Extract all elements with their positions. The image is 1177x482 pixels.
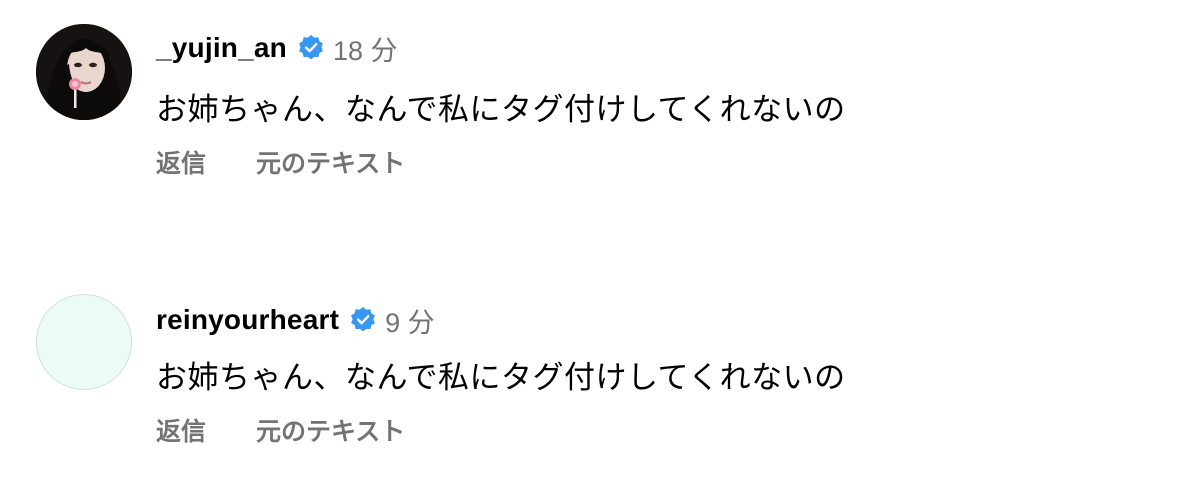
timestamp: 9 分 (385, 307, 435, 338)
comment-actions: 返信 元のテキスト (156, 144, 405, 180)
verified-badge-icon (299, 35, 323, 60)
avatar[interactable] (36, 24, 132, 120)
original-text-button[interactable]: 元のテキスト (256, 412, 405, 448)
comment-text: お姉ちゃん、なんで私にタグ付けしてくれないの (156, 92, 846, 127)
comment-item: reinyourheart 9 分 お姉ちゃん、なんで私にタグ付けしてくれないの… (0, 270, 1177, 470)
comment-item: _yujin_an 18 分 お姉ちゃん、なんで私にタグ付けしてくれないの 返信… (0, 0, 1177, 200)
reply-button[interactable]: 返信 (156, 412, 206, 448)
comment-header: reinyourheart 9 分 (156, 300, 435, 340)
username[interactable]: reinyourheart (156, 304, 339, 336)
timestamp: 18 分 (332, 35, 398, 66)
comment-text: お姉ちゃん、なんで私にタグ付けしてくれないの (156, 360, 846, 395)
reply-button[interactable]: 返信 (156, 144, 206, 180)
verified-badge-icon (351, 307, 376, 332)
comment-actions: 返信 元のテキスト (156, 412, 405, 448)
original-text-button[interactable]: 元のテキスト (256, 144, 405, 180)
avatar[interactable] (36, 294, 132, 390)
username[interactable]: _yujin_an (156, 32, 287, 64)
comment-header: _yujin_an 18 分 (156, 28, 398, 68)
avatar-image (36, 24, 132, 120)
